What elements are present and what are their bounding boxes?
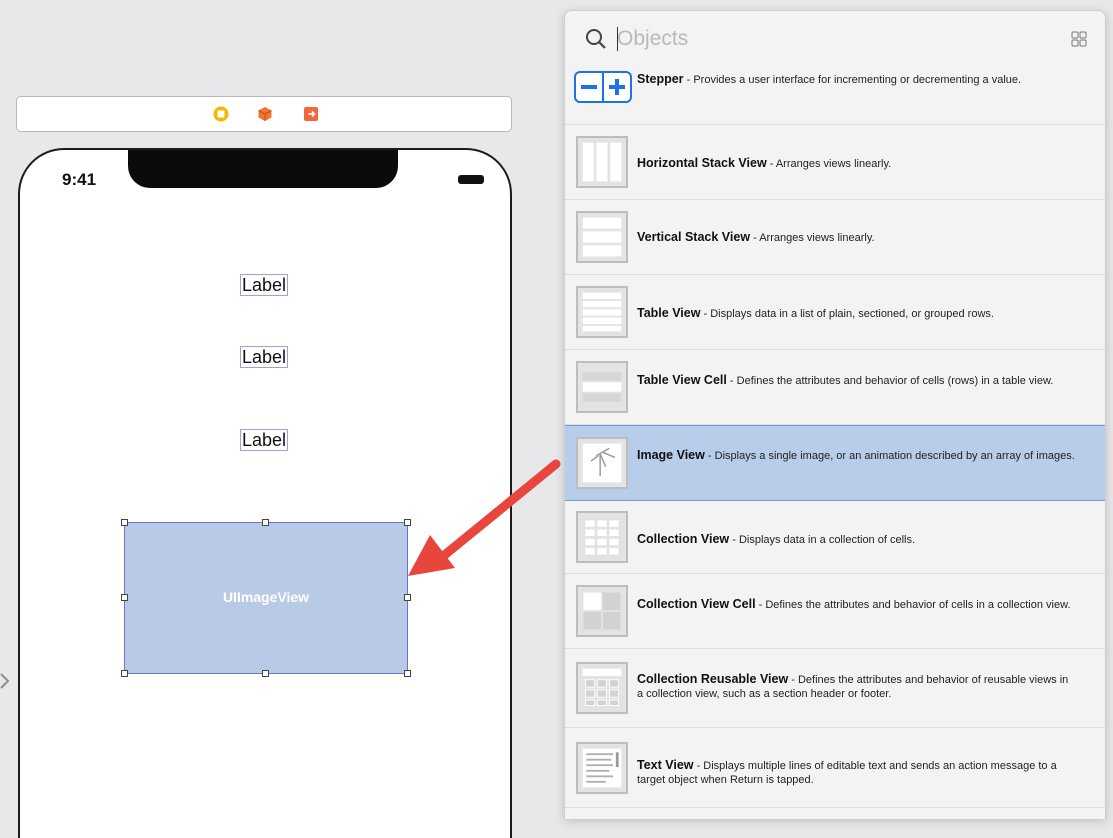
scene-dock — [16, 96, 512, 132]
resize-handle-bottom-right[interactable] — [404, 670, 411, 677]
library-item-description: Collection View - Displays data in a col… — [637, 532, 916, 546]
library-item-stepper[interactable]: Stepper - Provides a user interface for … — [565, 65, 1105, 125]
library-item-vertical-stack-view[interactable]: Vertical Stack View - Arranges views lin… — [565, 200, 1105, 275]
library-search-bar — [565, 11, 1105, 69]
library-item-table-view[interactable]: Table View - Displays data in a list of … — [565, 275, 1105, 350]
resize-handle-left[interactable] — [121, 594, 128, 601]
text-cursor — [617, 27, 618, 51]
iphone-canvas[interactable]: 9:41 Label Label Label UIImageView — [18, 148, 512, 838]
text-view-icon — [576, 742, 628, 794]
grid-view-toggle-icon[interactable] — [1071, 31, 1087, 47]
label-2[interactable]: Label — [240, 346, 289, 368]
library-item-collection-view[interactable]: Collection View - Displays data in a col… — [565, 501, 1105, 574]
view-controller-icon[interactable] — [213, 106, 229, 122]
resize-handle-top[interactable] — [262, 519, 269, 526]
table-cell-icon — [576, 361, 628, 413]
exit-icon[interactable] — [303, 106, 319, 122]
object-library-panel: Stepper - Provides a user interface for … — [564, 10, 1106, 819]
device-notch — [128, 150, 398, 188]
uiimageview-label: UIImageView — [222, 589, 310, 605]
first-responder-icon[interactable] — [257, 106, 273, 122]
collection-view-icon — [576, 511, 628, 563]
library-item-description: Horizontal Stack View - Arranges views l… — [637, 156, 892, 170]
library-item-description: Text View - Displays multiple lines of e… — [637, 758, 1057, 786]
label-3[interactable]: Label — [240, 429, 289, 451]
library-item-horizontal-stack-view[interactable]: Horizontal Stack View - Arranges views l… — [565, 125, 1105, 200]
image-view-icon — [576, 437, 628, 489]
reusable-view-icon — [576, 662, 628, 714]
library-item-description: Collection View Cell - Defines the attri… — [637, 597, 1071, 611]
table-view-icon — [576, 286, 628, 338]
library-item-description: Table View - Displays data in a list of … — [637, 306, 994, 320]
resize-handle-right[interactable] — [404, 594, 411, 601]
battery-icon — [458, 175, 484, 184]
library-item-description: Table View Cell - Defines the attributes… — [637, 373, 1054, 387]
resize-handle-bottom-left[interactable] — [121, 670, 128, 677]
library-item-table-view-cell[interactable]: Table View Cell - Defines the attributes… — [565, 350, 1105, 425]
horizontal-stack-icon — [576, 136, 628, 188]
resize-handle-bottom[interactable] — [262, 670, 269, 677]
library-item-description: Collection Reusable View - Defines the a… — [637, 672, 1069, 700]
library-item-image-view[interactable]: Image View - Displays a single image, or… — [565, 425, 1105, 501]
entry-point-arrow-icon — [0, 673, 10, 689]
uiimageview[interactable]: UIImageView — [124, 522, 408, 674]
stepper-icon — [574, 71, 632, 103]
library-item-description: Image View - Displays a single image, or… — [637, 448, 1075, 462]
library-item-collection-view-cell[interactable]: Collection View Cell - Defines the attri… — [565, 574, 1105, 649]
label-1[interactable]: Label — [240, 274, 289, 296]
status-bar-time: 9:41 — [62, 170, 97, 189]
library-item-text-view[interactable]: Text View - Displays multiple lines of e… — [565, 728, 1105, 808]
library-item-description: Stepper - Provides a user interface for … — [637, 72, 1022, 86]
search-icon — [586, 29, 606, 49]
library-item-description: Vertical Stack View - Arranges views lin… — [637, 230, 875, 244]
library-item-collection-reusable-view[interactable]: Collection Reusable View - Defines the a… — [565, 649, 1105, 728]
library-search-input[interactable] — [617, 23, 1037, 55]
collection-cell-icon — [576, 585, 628, 637]
vertical-stack-icon — [576, 211, 628, 263]
resize-handle-top-left[interactable] — [121, 519, 128, 526]
resize-handle-top-right[interactable] — [404, 519, 411, 526]
